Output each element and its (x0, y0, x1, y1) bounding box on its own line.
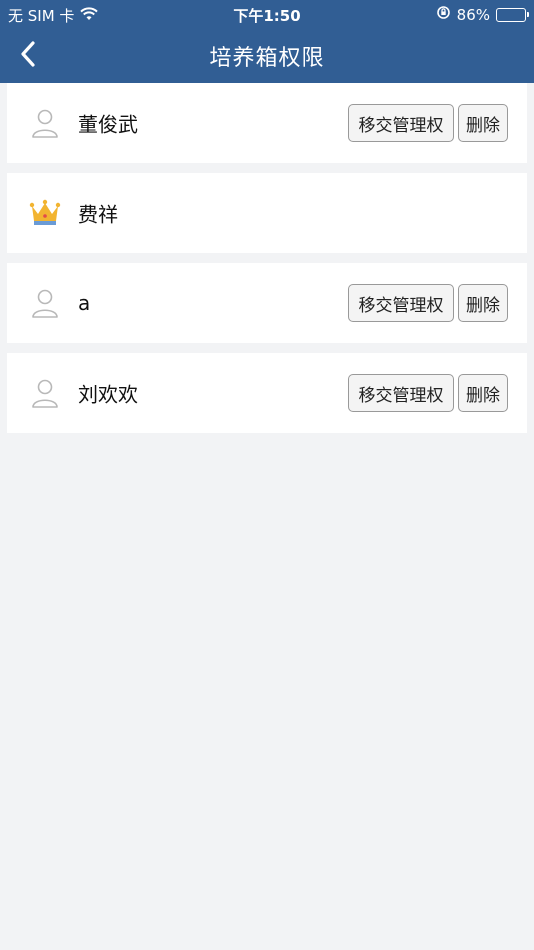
app-header: 无 SIM 卡 下午1:50 86% 培养箱权限 (0, 0, 534, 83)
battery-percent: 86% (456, 5, 490, 24)
member-name: 费祥 (78, 202, 118, 227)
rotation-lock-icon (436, 5, 451, 24)
delete-button[interactable]: 删除 (458, 374, 508, 412)
transfer-admin-button[interactable]: 移交管理权 (348, 284, 454, 322)
delete-button[interactable]: 删除 (458, 104, 508, 142)
user-outline-icon (32, 379, 58, 408)
member-actions: 移交管理权 删除 (348, 284, 508, 322)
transfer-admin-button[interactable]: 移交管理权 (348, 374, 454, 412)
user-outline-icon (32, 109, 58, 138)
member-actions: 移交管理权 删除 (348, 374, 508, 412)
member-actions: 移交管理权 删除 (348, 104, 508, 142)
list-item: 董俊武 移交管理权 删除 (7, 83, 527, 163)
list-item: a 移交管理权 删除 (7, 263, 527, 343)
member-list: 董俊武 移交管理权 删除 费祥 a 移交管理权 删除 刘欢欢 移交管理权 删除 (7, 83, 527, 443)
list-item: 刘欢欢 移交管理权 删除 (7, 353, 527, 433)
status-right: 86% (436, 5, 529, 24)
user-outline-icon (32, 289, 58, 318)
nav-bar: 培养箱权限 (0, 28, 534, 83)
page-title: 培养箱权限 (209, 46, 325, 71)
status-bar: 无 SIM 卡 下午1:50 86% (0, 0, 534, 28)
member-name: a (78, 291, 91, 315)
crown-icon (29, 199, 61, 225)
delete-button[interactable]: 删除 (458, 284, 508, 322)
battery-icon (496, 7, 529, 22)
member-name: 董俊武 (78, 112, 138, 137)
member-name: 刘欢欢 (78, 382, 138, 407)
list-item: 费祥 (7, 173, 527, 253)
transfer-admin-button[interactable]: 移交管理权 (348, 104, 454, 142)
